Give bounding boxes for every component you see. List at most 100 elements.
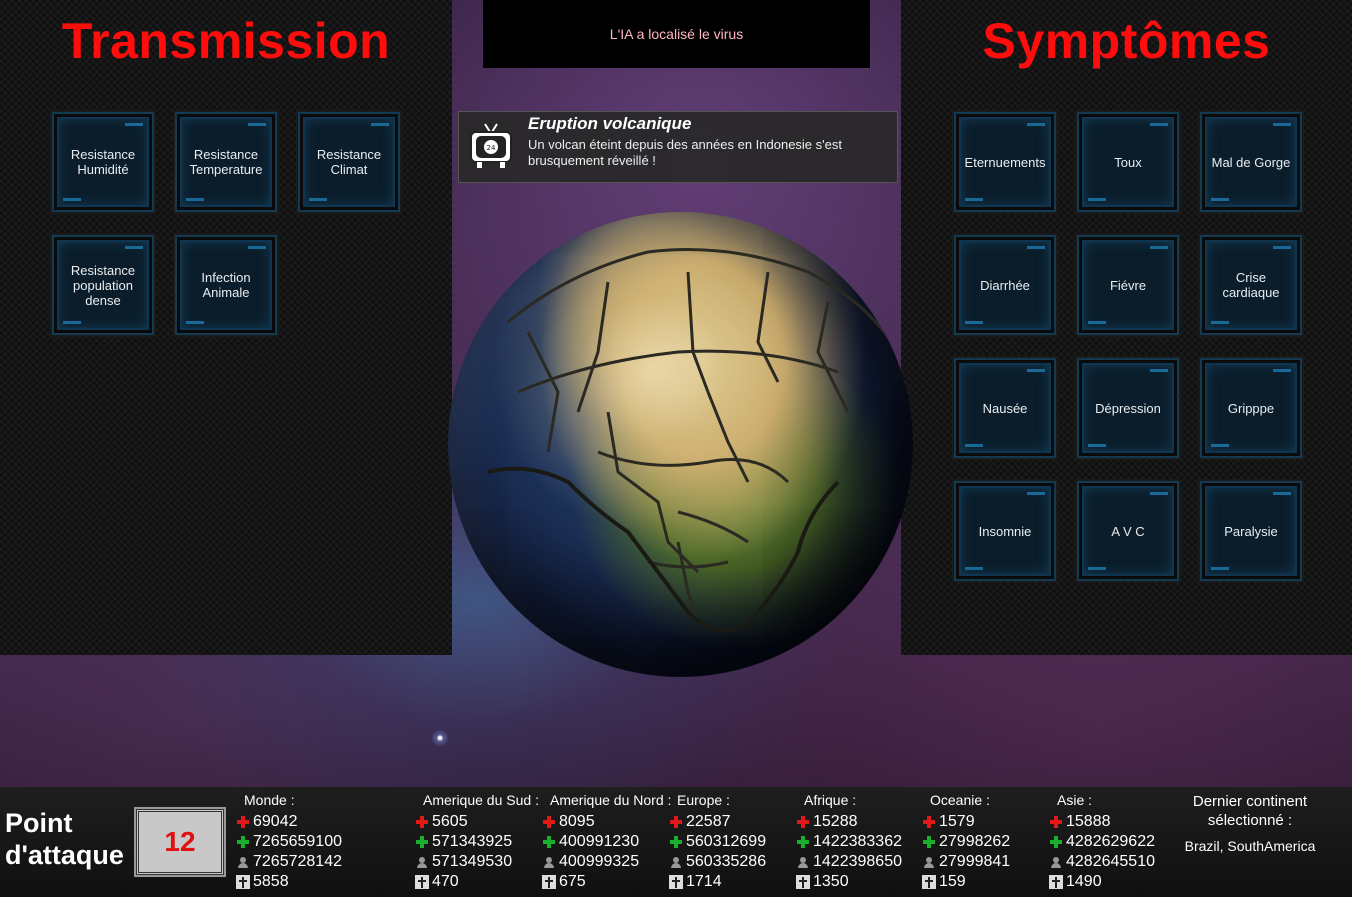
person-icon: [542, 855, 556, 869]
dead-count: 1350: [813, 873, 849, 890]
population-count: 571349530: [432, 853, 513, 870]
infected-icon: [669, 815, 683, 829]
last-continent: Dernier continent sélectionné : Brazil, …: [1160, 792, 1340, 854]
tile-label: Dépression: [1095, 400, 1161, 416]
tile-label: Insomnie: [978, 523, 1032, 539]
infected-count: 15288: [813, 813, 858, 830]
dead-count: 1490: [1066, 873, 1102, 890]
infected-count: 15888: [1066, 813, 1111, 830]
infected-icon: [415, 815, 429, 829]
infected-count: 8095: [559, 813, 595, 830]
tile-fievre[interactable]: Fiévre: [1077, 235, 1179, 335]
stats-europe[interactable]: Europe : 22587 560312699 560335286 1714: [669, 792, 766, 892]
tile-toux[interactable]: Toux: [1077, 112, 1179, 212]
transmission-panel: Transmission Resistance Humidité Resista…: [0, 0, 452, 655]
infected-count: 5605: [432, 813, 468, 830]
tile-label: A V C: [1111, 523, 1145, 539]
healthy-icon: [542, 835, 556, 849]
tile-resistance-temperature[interactable]: Resistance Temperature: [175, 112, 277, 212]
attack-points-label-line2: d'attaque: [5, 840, 124, 870]
tile-avc[interactable]: A V C: [1077, 481, 1179, 581]
dead-icon: [922, 875, 936, 889]
region-name: Afrique :: [804, 792, 857, 808]
population-count: 27999841: [939, 853, 1011, 870]
population-count: 1422398650: [813, 853, 902, 870]
person-icon: [796, 855, 810, 869]
news-popup[interactable]: 24 Eruption volcanique Un volcan éteint …: [458, 111, 898, 183]
tile-label: Gripppe: [1227, 400, 1275, 416]
healthy-count: 4282629622: [1066, 833, 1155, 850]
healthy-count: 7265659100: [253, 833, 342, 850]
dead-icon: [415, 875, 429, 889]
tile-mal-de-gorge[interactable]: Mal de Gorge: [1200, 112, 1302, 212]
person-icon: [922, 855, 936, 869]
tile-resistance-climat[interactable]: Resistance Climat: [298, 112, 400, 212]
tile-infection-animale[interactable]: Infection Animale: [175, 235, 277, 335]
tile-diarrhee[interactable]: Diarrhée: [954, 235, 1056, 335]
person-icon: [236, 855, 250, 869]
symptoms-panel: Symptômes Eternuements Toux Mal de Gorge…: [901, 0, 1352, 655]
stats-monde: Monde : 69042 7265659100 7265728142 5858: [236, 792, 342, 892]
region-name: Europe :: [677, 792, 730, 808]
tile-label: Fiévre: [1109, 277, 1147, 293]
dead-count: 159: [939, 873, 966, 890]
region-name: Amerique du Sud :: [423, 792, 539, 808]
tile-resistance-population-dense[interactable]: Resistance population dense: [52, 235, 154, 335]
tile-label: Paralysie: [1224, 523, 1278, 539]
tile-resistance-humidite[interactable]: Resistance Humidité: [52, 112, 154, 212]
dead-icon: [669, 875, 683, 889]
tile-label: Toux: [1114, 154, 1142, 170]
stats-afrique[interactable]: Afrique : 15288 1422383362 1422398650 13…: [796, 792, 902, 892]
stats-bar: Point d'attaque 12 Monde : 69042 7265659…: [0, 787, 1352, 897]
attack-points-value: 12: [134, 807, 226, 877]
healthy-count: 400991230: [559, 833, 640, 850]
tile-depression[interactable]: Dépression: [1077, 358, 1179, 458]
tile-eternuements[interactable]: Eternuements: [954, 112, 1056, 212]
dead-count: 1714: [686, 873, 722, 890]
region-name: Oceanie :: [930, 792, 990, 808]
healthy-count: 1422383362: [813, 833, 902, 850]
infected-icon: [542, 815, 556, 829]
infected-icon: [922, 815, 936, 829]
tile-label: Resistance Climat: [316, 147, 382, 177]
status-banner-text: L'IA a localisé le virus: [609, 26, 744, 42]
tile-label: Diarrhée: [980, 277, 1030, 293]
stats-amerique-du-nord[interactable]: Amerique du Nord : 8095 400991230 400999…: [542, 792, 671, 892]
dead-count: 470: [432, 873, 459, 890]
last-continent-label: Dernier continent sélectionné :: [1192, 793, 1308, 829]
last-continent-value: Brazil, SouthAmerica: [1184, 838, 1316, 854]
stats-asie[interactable]: Asie : 15888 4282629622 4282645510 1490: [1049, 792, 1155, 892]
tile-grippe[interactable]: Gripppe: [1200, 358, 1302, 458]
dead-icon: [236, 875, 250, 889]
healthy-count: 560312699: [686, 833, 767, 850]
infected-count: 1579: [939, 813, 975, 830]
tile-paralysie[interactable]: Paralysie: [1200, 481, 1302, 581]
healthy-count: 571343925: [432, 833, 513, 850]
infected-count: 69042: [253, 813, 298, 830]
stats-oceanie[interactable]: Oceanie : 1579 27998262 27999841 159: [922, 792, 1010, 892]
person-icon: [1049, 855, 1063, 869]
region-name: Monde :: [244, 792, 295, 808]
healthy-count: 27998262: [939, 833, 1011, 850]
stats-amerique-du-sud[interactable]: Amerique du Sud : 5605 571343925 5713495…: [415, 792, 539, 892]
globe[interactable]: [448, 212, 913, 677]
population-count: 4282645510: [1066, 853, 1155, 870]
dead-icon: [796, 875, 810, 889]
infected-icon: [796, 815, 810, 829]
attack-points-label: Point d'attaque: [5, 807, 124, 871]
healthy-icon: [415, 835, 429, 849]
news-body: Un volcan éteint depuis des années en In…: [528, 137, 842, 168]
dead-count: 5858: [253, 873, 289, 890]
tile-label: Eternuements: [964, 154, 1046, 170]
infected-icon: [1049, 815, 1063, 829]
tile-nausee[interactable]: Nausée: [954, 358, 1056, 458]
symptoms-title: Symptômes: [982, 13, 1271, 69]
tile-label: Resistance population dense: [70, 262, 136, 308]
status-banner: L'IA a localisé le virus: [483, 0, 870, 68]
tile-crise-cardiaque[interactable]: Crise cardiaque: [1200, 235, 1302, 335]
transmission-title: Transmission: [61, 13, 391, 69]
region-name: Asie :: [1057, 792, 1093, 808]
tile-insomnie[interactable]: Insomnie: [954, 481, 1056, 581]
tile-label: Infection Animale: [201, 270, 251, 300]
globe-borders: [487, 248, 900, 632]
